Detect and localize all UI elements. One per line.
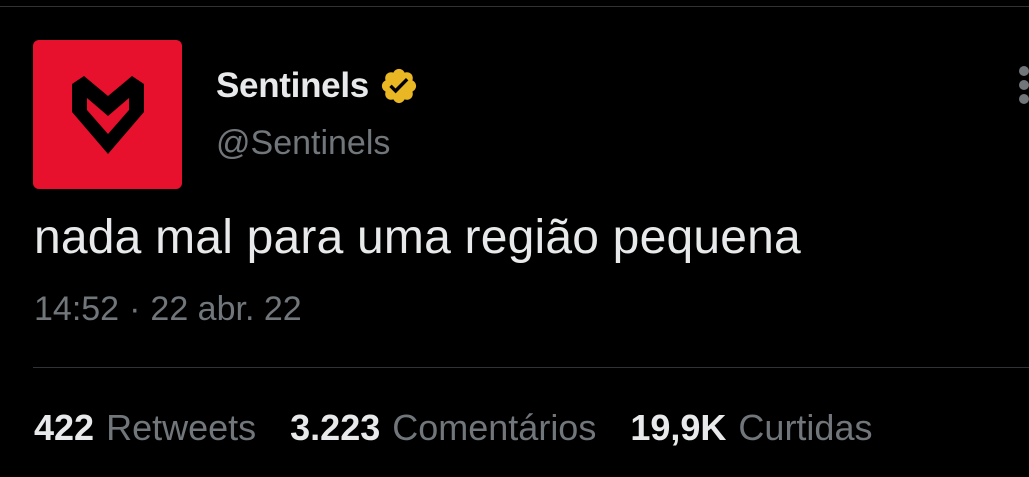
tweet-stats: 422 Retweets 3.223 Comentários 19,9K Cur… bbox=[34, 407, 872, 449]
top-divider bbox=[0, 6, 1029, 7]
verified-badge-icon bbox=[381, 68, 416, 104]
retweets-count: 422 bbox=[34, 407, 95, 448]
display-name[interactable]: Sentinels bbox=[216, 66, 369, 106]
retweets-stat[interactable]: 422 Retweets bbox=[34, 407, 256, 449]
likes-count: 19,9K bbox=[630, 407, 727, 448]
tweet-timestamp[interactable]: 14:52 · 22 abr. 22 bbox=[34, 290, 302, 329]
author-handle[interactable]: @Sentinels bbox=[216, 124, 390, 163]
comments-stat[interactable]: 3.223 Comentários bbox=[290, 407, 596, 449]
likes-stat[interactable]: 19,9K Curtidas bbox=[630, 407, 872, 449]
tweet-time[interactable]: 14:52 bbox=[34, 290, 119, 329]
more-options-icon[interactable] bbox=[1019, 66, 1029, 104]
author-name-row[interactable]: Sentinels bbox=[216, 64, 419, 108]
tweet-date[interactable]: 22 abr. 22 bbox=[150, 290, 301, 329]
tweet-text: nada mal para uma região pequena bbox=[34, 211, 801, 264]
likes-label: Curtidas bbox=[738, 407, 873, 448]
retweets-label: Retweets bbox=[106, 407, 257, 448]
avatar[interactable] bbox=[33, 40, 182, 189]
sentinels-logo-icon bbox=[71, 75, 144, 154]
stats-divider bbox=[33, 367, 1029, 368]
comments-count: 3.223 bbox=[290, 407, 381, 448]
timestamp-separator: · bbox=[129, 290, 141, 328]
comments-label: Comentários bbox=[392, 407, 597, 448]
